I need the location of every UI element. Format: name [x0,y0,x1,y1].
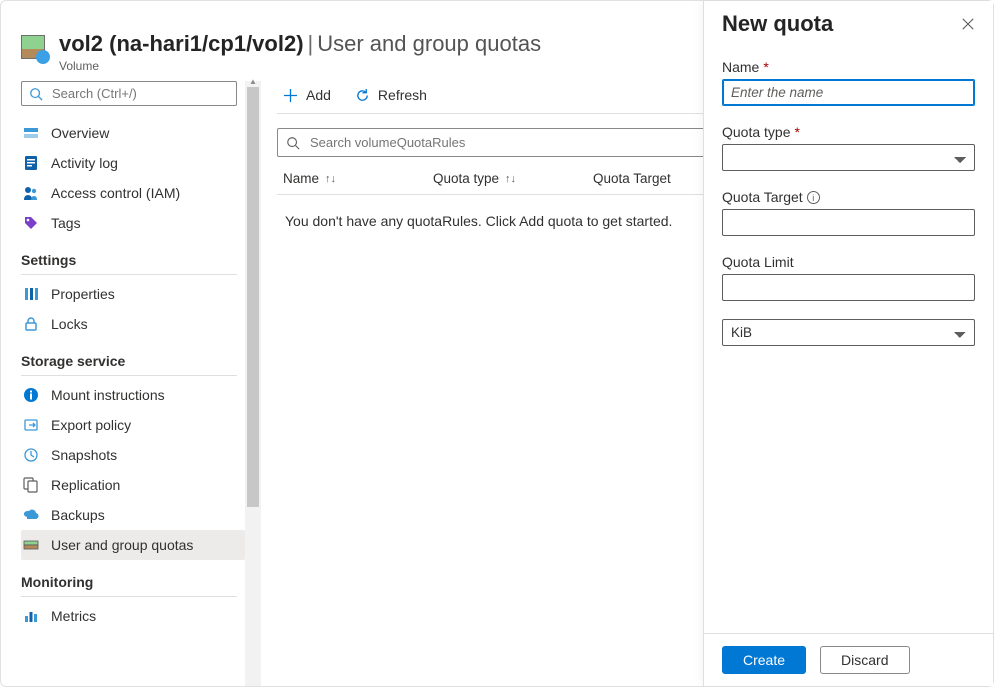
properties-icon [23,286,39,302]
field-label-target: Quota Target i [722,189,975,205]
sidebar-search[interactable] [21,81,237,106]
tags-icon [23,215,39,231]
activity-log-icon [23,155,39,171]
replication-icon [23,477,39,493]
sidebar-item-export-policy[interactable]: Export policy [21,410,245,440]
divider [21,274,237,275]
quota-limit-input[interactable] [722,274,975,301]
sidebar-item-locks[interactable]: Locks [21,309,245,339]
sidebar: ‹‹ Overview Activity log [1,81,261,686]
field-label-limit: Quota Limit [722,254,975,270]
sidebar-item-label: Export policy [51,417,131,433]
sidebar-item-quotas[interactable]: User and group quotas [21,530,245,560]
sidebar-item-overview[interactable]: Overview [21,118,245,148]
new-quota-panel: New quota Name* Quota type* Quota Target… [703,1,993,686]
resource-name: vol2 (na-hari1/cp1/vol2) [59,31,304,56]
access-control-icon [23,185,39,201]
quota-unit-select[interactable]: KiB [722,319,975,346]
divider [21,375,237,376]
panel-footer: Create Discard [704,633,993,686]
refresh-button[interactable]: Refresh [355,87,427,103]
volume-resource-icon [21,35,45,59]
sidebar-group-settings: Settings [21,238,245,270]
sort-icon: ↑↓ [325,173,336,185]
add-button[interactable]: Add [283,87,331,103]
quotas-icon [23,537,39,553]
refresh-icon [355,88,370,103]
plus-icon [283,88,298,103]
create-button[interactable]: Create [722,646,806,674]
field-label-name: Name* [722,59,975,75]
sidebar-item-label: Properties [51,286,115,302]
sidebar-item-label: Locks [51,316,88,332]
sidebar-item-snapshots[interactable]: Snapshots [21,440,245,470]
sidebar-item-properties[interactable]: Properties [21,279,245,309]
discard-button[interactable]: Discard [820,646,909,674]
sidebar-item-replication[interactable]: Replication [21,470,245,500]
sidebar-item-label: Snapshots [51,447,117,463]
info-icon [23,387,39,403]
column-header-type[interactable]: Quota type ↑↓ [433,171,593,186]
sidebar-item-metrics[interactable]: Metrics [21,601,245,631]
panel-title: New quota [722,11,833,37]
refresh-label: Refresh [378,87,427,103]
sort-icon: ↑↓ [505,173,516,185]
column-header-name[interactable]: Name ↑↓ [283,171,433,186]
sidebar-scrollbar[interactable]: ▲ [245,81,261,686]
sidebar-item-backups[interactable]: Backups [21,500,245,530]
locks-icon [23,316,39,332]
sidebar-item-label: Backups [51,507,105,523]
sidebar-item-label: Replication [51,477,120,493]
metrics-icon [23,608,39,624]
search-icon [28,86,44,102]
add-label: Add [306,87,331,103]
snapshots-icon [23,447,39,463]
overview-icon [23,125,39,141]
export-policy-icon [23,417,39,433]
sidebar-item-label: Activity log [51,155,118,171]
field-label-type: Quota type* [722,124,975,140]
sidebar-item-label: Access control (IAM) [51,185,180,201]
sidebar-item-label: Metrics [51,608,96,624]
sidebar-item-label: User and group quotas [51,537,193,553]
backups-icon [23,507,39,523]
search-icon [286,136,300,150]
sidebar-item-tags[interactable]: Tags [21,208,245,238]
sidebar-item-activity-log[interactable]: Activity log [21,148,245,178]
scroll-up-icon: ▲ [245,77,261,86]
sidebar-item-label: Tags [51,215,81,231]
sidebar-item-mount[interactable]: Mount instructions [21,380,245,410]
quota-name-input[interactable] [722,79,975,106]
sidebar-group-monitoring: Monitoring [21,560,245,592]
sidebar-item-label: Overview [51,125,109,141]
quota-target-input[interactable] [722,209,975,236]
sidebar-item-access-control[interactable]: Access control (IAM) [21,178,245,208]
scrollbar-thumb[interactable] [247,87,259,507]
close-panel-button[interactable] [961,17,975,31]
sidebar-group-storage: Storage service [21,339,245,371]
divider [21,596,237,597]
quota-type-select[interactable] [722,144,975,171]
info-icon[interactable]: i [807,191,820,204]
sidebar-search-input[interactable] [50,85,230,102]
section-title: User and group quotas [317,31,541,56]
sidebar-item-label: Mount instructions [51,387,165,403]
